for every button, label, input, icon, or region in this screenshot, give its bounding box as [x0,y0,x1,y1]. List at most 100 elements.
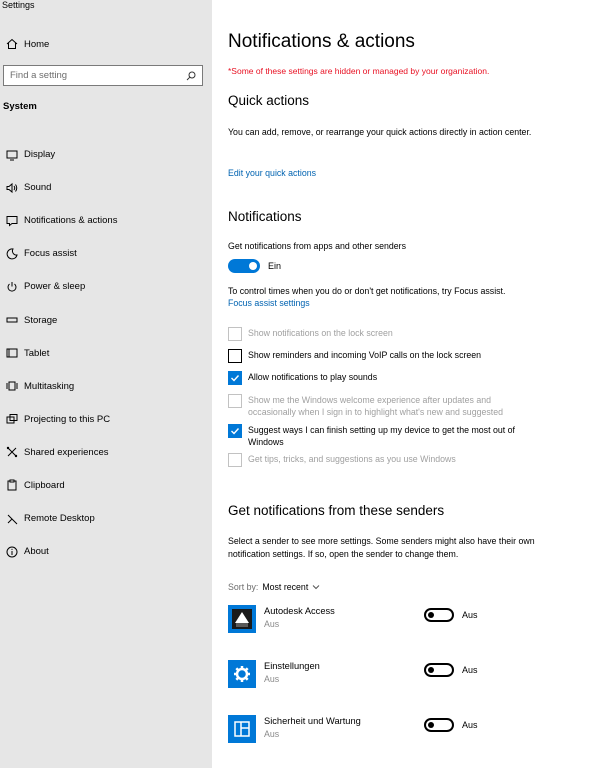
get-notifications-label: Get notifications from apps and other se… [228,241,406,251]
checkbox-tips-tricks: Get tips, tricks, and suggestions as you… [228,453,558,467]
sender-toggle-label: Aus [462,720,478,730]
sidebar-item-label: About [24,546,49,558]
sidebar-item-label: Sound [24,182,52,194]
search-icon [186,71,196,80]
sidebar-item-projecting[interactable]: Projecting to this PC [0,403,212,436]
shared-icon [2,445,22,459]
app-title: Settings [2,0,35,10]
page-title: Notifications & actions [228,31,415,52]
autodesk-access-icon [228,605,256,633]
checkbox[interactable] [228,424,242,438]
quick-actions-heading: Quick actions [228,93,310,108]
focus-assist-text: To control times when you do or don't ge… [228,286,506,296]
notifications-toggle[interactable] [228,259,260,273]
sidebar: Settings Home Find a setting System Disp… [0,0,212,768]
toggle-knob [428,612,434,618]
sender-status: Aus [264,619,280,629]
search-placeholder: Find a setting [10,70,68,81]
home-label: Home [24,38,50,50]
security-maintenance-icon [228,715,256,743]
sidebar-item-label: Display [24,149,56,161]
checkbox-label: Allow notifications to play sounds [248,372,378,382]
sender-row-einstellungen[interactable]: Einstellungen Aus Aus [228,660,588,692]
sidebar-item-notifications[interactable]: Notifications & actions [0,204,212,237]
sidebar-item-label: Projecting to this PC [24,413,111,425]
sort-dropdown[interactable]: Most recent [262,582,308,592]
checkbox-play-sounds: Allow notifications to play sounds [228,371,558,385]
toggle-knob [428,667,434,673]
senders-heading: Get notifications from these senders [228,503,445,518]
toggle-state-label: Ein [268,261,282,271]
checkbox[interactable] [228,371,242,385]
sender-row-sicherheit-und-wartung[interactable]: Sicherheit und Wartung Aus Aus [228,715,588,747]
multitasking-icon [2,379,22,393]
storage-icon [2,313,22,327]
sort-label: Sort by: [228,582,259,592]
sidebar-item-label: Storage [24,314,58,326]
checkbox[interactable] [228,349,242,363]
sidebar-item-label: Multitasking [24,380,75,392]
checkbox-label: Show notifications on the lock screen [248,328,393,338]
remote-desktop-icon [2,512,22,526]
checkbox-label: Show reminders and incoming VoIP calls o… [248,350,482,360]
managed-warning: *Some of these settings are hidden or ma… [228,66,490,76]
notifications-icon [2,214,22,228]
sender-toggle-label: Aus [462,665,478,675]
display-icon [2,148,22,162]
checkmark-icon [231,428,240,435]
checkbox-label: Show me the Windows welcome experience a… [248,395,503,417]
sidebar-item-clipboard[interactable]: Clipboard [0,469,212,502]
sidebar-nav: Display Sound Notifications & actions Fo… [0,138,212,568]
chevron-down-icon[interactable] [312,583,320,591]
sidebar-item-remote-desktop[interactable]: Remote Desktop [0,502,212,535]
checkbox-welcome-experience: Show me the Windows welcome experience a… [228,394,538,418]
focus-assist-settings-link[interactable]: Focus assist settings [228,298,310,308]
sender-status: Aus [264,674,280,684]
notifications-heading: Notifications [228,209,302,224]
gear-icon [228,660,256,688]
sidebar-item-shared-experiences[interactable]: Shared experiences [0,436,212,469]
notifications-toggle-row: Ein [228,259,281,273]
moon-icon [2,247,22,261]
search-input[interactable]: Find a setting [3,65,203,86]
sidebar-item-about[interactable]: About [0,535,212,568]
sender-toggle[interactable] [424,718,454,732]
sidebar-item-power-sleep[interactable]: Power & sleep [0,270,212,303]
checkbox-label: Suggest ways I can finish setting up my … [248,425,515,447]
info-icon [2,545,22,559]
home-icon [2,37,22,51]
sidebar-item-sound[interactable]: Sound [0,171,212,204]
checkbox[interactable] [228,394,242,408]
sidebar-item-label: Tablet [24,347,50,359]
tablet-icon [2,346,22,360]
sidebar-item-multitasking[interactable]: Multitasking [0,370,212,403]
sender-toggle-row: Aus [424,718,478,732]
sender-row-autodesk-access[interactable]: Autodesk Access Aus Aus [228,605,588,637]
sidebar-item-storage[interactable]: Storage [0,303,212,336]
toggle-knob [428,722,434,728]
sidebar-item-label: Focus assist [24,248,77,260]
sidebar-item-label: Shared experiences [24,446,109,458]
sender-toggle[interactable] [424,663,454,677]
sender-name: Sicherheit und Wartung [264,716,361,726]
toggle-knob [249,262,257,270]
sound-icon [2,181,22,195]
sidebar-item-tablet[interactable]: Tablet [0,337,212,370]
home-nav-item[interactable]: Home [0,34,212,54]
checkbox[interactable] [228,453,242,467]
sender-toggle-label: Aus [462,610,478,620]
checkbox[interactable] [228,327,242,341]
edit-quick-actions-link[interactable]: Edit your quick actions [228,168,316,178]
checkmark-icon [231,375,240,382]
sidebar-item-display[interactable]: Display [0,138,212,171]
checkbox-lock-screen-notifications: Show notifications on the lock screen [228,327,558,341]
sidebar-item-focus-assist[interactable]: Focus assist [0,237,212,270]
sender-toggle[interactable] [424,608,454,622]
sender-name: Einstellungen [264,661,320,671]
checkbox-label: Get tips, tricks, and suggestions as you… [248,454,456,464]
sender-toggle-row: Aus [424,608,478,622]
sender-toggle-row: Aus [424,663,478,677]
senders-description: Select a sender to see more settings. So… [228,536,535,559]
sidebar-item-label: Remote Desktop [24,513,95,525]
projecting-icon [2,412,22,426]
